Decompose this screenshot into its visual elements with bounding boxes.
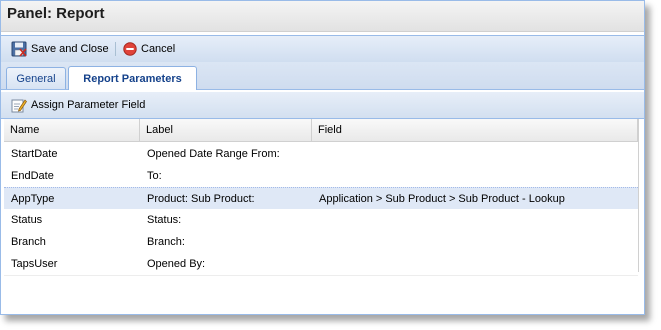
cell-label: Opened By: xyxy=(147,258,206,270)
cell-name: EndDate xyxy=(11,170,54,182)
tab-general-label: General xyxy=(16,72,56,85)
table-row[interactable]: TapsUser Opened By: xyxy=(4,253,638,276)
column-header-field[interactable]: Field xyxy=(312,119,638,141)
table-row[interactable]: StartDate Opened Date Range From: xyxy=(4,143,638,166)
panel-title-bar: Panel: Report xyxy=(1,1,644,32)
tab-report-parameters-label: Report Parameters xyxy=(83,72,182,85)
cell-field xyxy=(312,253,639,275)
table-row[interactable]: Branch Branch: xyxy=(4,231,638,254)
panel-title: Panel: Report xyxy=(7,5,105,22)
cell-field xyxy=(312,165,639,187)
cell-field xyxy=(312,143,639,165)
grid-header: Name Label Field xyxy=(4,119,638,142)
report-panel: Panel: Report Save and Close Cancel Gene… xyxy=(0,0,645,315)
cell-name: Branch xyxy=(11,236,46,248)
cancel-label: Cancel xyxy=(141,43,176,55)
cancel-button[interactable]: Cancel xyxy=(123,40,175,58)
table-row-selected[interactable]: AppType Product: Sub Product: Applicatio… xyxy=(4,187,638,211)
cell-field xyxy=(312,209,639,231)
cell-label: To: xyxy=(147,170,162,182)
main-toolbar: Save and Close Cancel xyxy=(1,35,644,63)
cell-name: StartDate xyxy=(11,148,58,160)
table-row[interactable]: EndDate To: xyxy=(4,165,638,188)
pencil-edit-icon xyxy=(11,99,27,113)
grid-right-border xyxy=(638,119,639,272)
tab-strip: General Report Parameters xyxy=(1,62,644,90)
save-and-close-label: Save and Close xyxy=(31,43,109,55)
assign-parameter-field-label: Assign Parameter Field xyxy=(31,99,146,111)
tab-report-parameters[interactable]: Report Parameters xyxy=(68,66,197,90)
cell-name: AppType xyxy=(11,193,55,205)
cell-name: TapsUser xyxy=(11,258,58,270)
cell-field xyxy=(312,231,639,253)
column-header-label[interactable]: Label xyxy=(140,119,312,141)
cell-label: Product: Sub Product: xyxy=(147,193,255,205)
toolbar-separator xyxy=(115,42,116,56)
tab-general[interactable]: General xyxy=(6,67,66,89)
save-disk-icon xyxy=(11,41,27,57)
cell-field: Application > Sub Product > Sub Product … xyxy=(319,193,565,205)
cell-label: Branch: xyxy=(147,236,185,248)
cell-label: Opened Date Range From: xyxy=(147,148,280,160)
parameters-toolbar: Assign Parameter Field xyxy=(1,92,644,119)
cell-label: Status: xyxy=(147,214,182,226)
cell-name: Status xyxy=(11,214,43,226)
table-row[interactable]: Status Status: xyxy=(4,209,638,232)
column-header-name[interactable]: Name xyxy=(4,119,140,141)
assign-parameter-field-button[interactable]: Assign Parameter Field xyxy=(11,96,145,114)
cancel-circle-icon xyxy=(123,42,137,56)
save-and-close-button[interactable]: Save and Close xyxy=(11,40,109,58)
